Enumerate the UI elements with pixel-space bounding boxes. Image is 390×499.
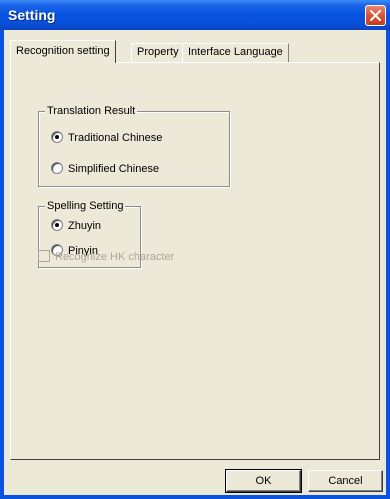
close-button[interactable] — [365, 5, 386, 26]
simplified-chinese-label: Simplified Chinese — [68, 163, 160, 175]
radio-button-checked[interactable] — [51, 219, 63, 231]
translation-result-label: Translation Result — [45, 104, 138, 118]
recognize-hk-checkbox-row: Recognize HK character — [38, 250, 174, 264]
radio-traditional-chinese[interactable]: Traditional Chinese — [51, 131, 162, 145]
window-title: Setting — [8, 7, 56, 23]
settings-window: Setting Recognition setting Property Int… — [0, 0, 390, 499]
radio-simplified-chinese[interactable]: Simplified Chinese — [51, 162, 159, 176]
dialog-client-area: Recognition setting Property Interface L… — [4, 30, 386, 495]
recognize-hk-label: Recognize HK character — [55, 251, 175, 263]
cancel-button[interactable]: Cancel — [308, 470, 383, 492]
spelling-setting-label: Spelling Setting — [45, 199, 126, 213]
ok-button[interactable]: OK — [225, 469, 302, 493]
tab-recognition-setting[interactable]: Recognition setting — [10, 40, 116, 63]
title-bar[interactable]: Setting — [0, 0, 390, 30]
radio-zhuyin[interactable]: Zhuyin — [51, 219, 101, 233]
radio-button[interactable] — [51, 162, 63, 174]
traditional-chinese-label: Traditional Chinese — [68, 132, 163, 144]
tab-property[interactable]: Property — [131, 43, 185, 62]
tab-interface-language[interactable]: Interface Language — [182, 43, 289, 62]
translation-result-group: Translation Result Traditional Chinese S… — [38, 104, 230, 187]
radio-button-checked[interactable] — [51, 131, 63, 143]
recognize-hk-checkbox — [38, 250, 50, 262]
zhuyin-label: Zhuyin — [68, 220, 102, 232]
close-icon — [370, 10, 381, 21]
